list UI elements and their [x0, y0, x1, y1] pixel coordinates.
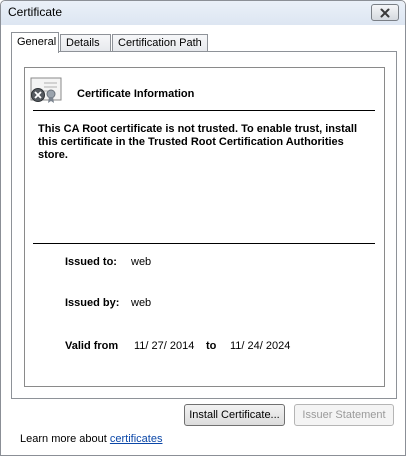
learn-more-prefix: Learn more about — [20, 433, 110, 445]
certificate-dialog: Certificate General Details Certificatio… — [0, 0, 406, 456]
valid-to-value: 11/ 24/ 2024 — [230, 340, 291, 352]
valid-from-label: Valid from — [65, 340, 119, 352]
tab-general[interactable]: General — [11, 32, 59, 53]
learn-more-text: Learn more about certificates — [20, 433, 162, 445]
divider — [33, 243, 375, 244]
tab-details[interactable]: Details — [60, 34, 111, 52]
issuer-statement-button[interactable]: Issuer Statement — [294, 404, 394, 426]
issued-by-value: web — [131, 297, 152, 309]
title-bar[interactable]: Certificate — [1, 1, 405, 25]
divider — [33, 110, 375, 111]
certificate-warning-icon — [30, 77, 62, 103]
install-certificate-button[interactable]: Install Certificate... — [184, 404, 285, 426]
general-tab-panel: Certificate Information This CA Root cer… — [11, 51, 397, 426]
certificates-link[interactable]: certificates — [110, 433, 163, 445]
close-button[interactable] — [371, 4, 399, 21]
certificate-info-box: Certificate Information This CA Root cer… — [24, 67, 385, 387]
valid-to-label: to — [206, 340, 217, 352]
issued-to-label: Issued to: — [65, 256, 117, 268]
valid-from-value: 11/ 27/ 2014 — [134, 340, 195, 352]
issued-by-label: Issued by: — [65, 297, 120, 309]
tab-certification-path[interactable]: Certification Path — [112, 34, 208, 52]
window-title: Certificate — [8, 5, 63, 19]
issued-to-value: web — [131, 256, 152, 268]
trust-warning-text: This CA Root certificate is not trusted.… — [38, 123, 358, 161]
close-icon — [380, 8, 390, 17]
certificate-info-heading: Certificate Information — [77, 88, 195, 100]
